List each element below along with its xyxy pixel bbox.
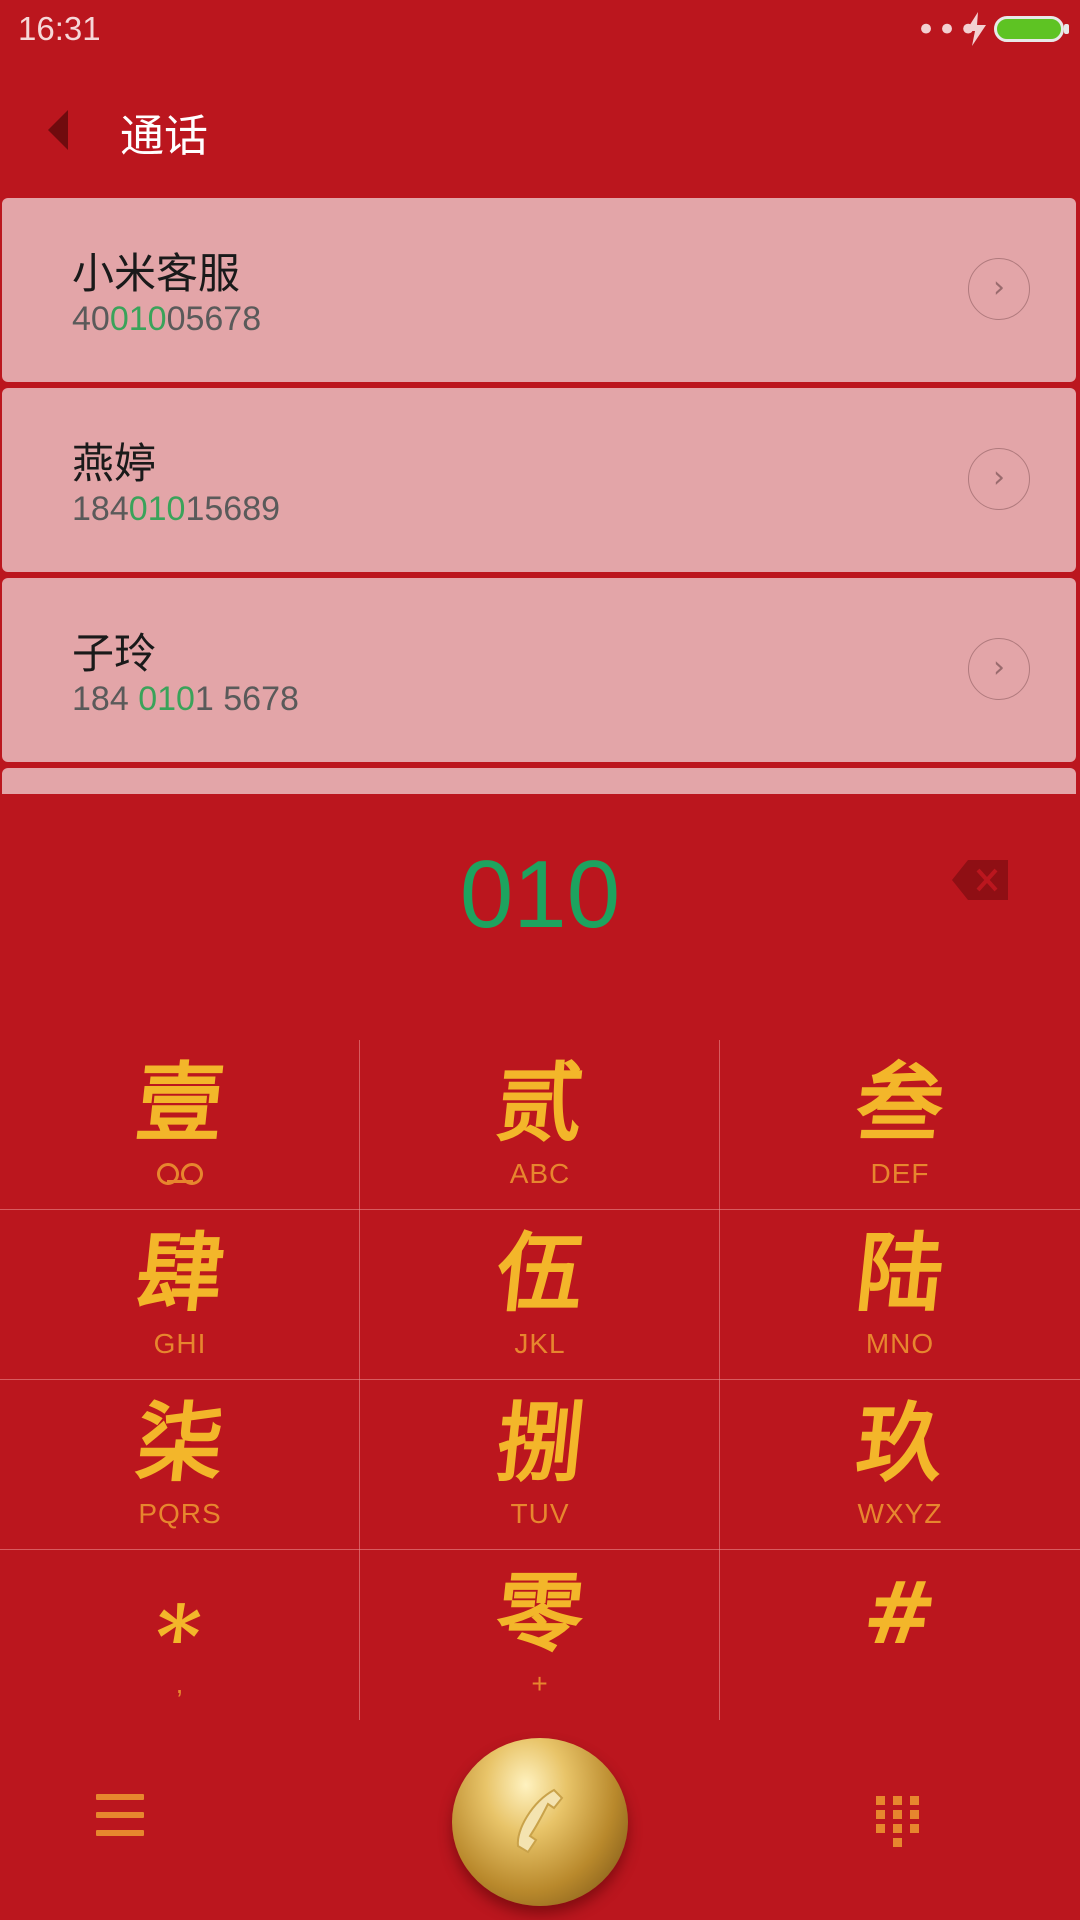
battery-icon [994,16,1064,42]
battery-tip [1064,24,1069,34]
key-letters: DEF [870,1158,930,1189]
contact-suggestion-list[interactable]: 小米客服 4001005678 › 燕婷 18401015689 › 子玲 18… [0,196,1080,794]
key-star[interactable]: ⁎ , [0,1550,360,1720]
phone-match: 010 [128,490,186,528]
key-glyph: 玖 [851,1393,949,1494]
page-title: 通话 [120,111,208,162]
menu-icon [96,1794,144,1800]
key-glyph: 伍 [491,1223,589,1324]
back-button[interactable] [36,102,84,158]
contact-item[interactable]: 小米客服 4001005678 › [2,198,1076,382]
contact-detail-chevron-icon[interactable]: › [968,638,1030,700]
key-5[interactable]: 伍 JKL [360,1210,720,1380]
voicemail-icon [0,1158,360,1190]
call-button[interactable] [452,1738,628,1906]
dial-keypad: 壹 贰 ABC 叁 DEF 肆 GHI 伍 JKL 陆 MNO 柒 PQRS 捌… [0,1040,1080,1720]
phone-prefix: 40 [72,300,110,338]
contact-name: 燕婷 [72,439,157,488]
hash-glyph: # [858,1563,942,1664]
charging-icon [966,12,986,46]
key-3[interactable]: 叁 DEF [720,1040,1080,1210]
phone-suffix: 1 5678 [194,680,299,718]
phone-match: 010 [109,300,167,338]
key-glyph: 肆 [131,1223,229,1324]
key-letters: WXYZ [857,1498,943,1529]
menu-button[interactable] [96,1794,144,1836]
key-glyph: 柒 [131,1393,229,1494]
key-4[interactable]: 肆 GHI [0,1210,360,1380]
phone-prefix: 184 [72,680,139,718]
backspace-icon[interactable] [952,860,1008,900]
key-glyph: 贰 [491,1053,589,1154]
contact-phone: 184 0101 5678 [72,680,299,719]
key-letters: , [175,1668,185,1699]
menu-icon-line [96,1812,144,1818]
key-8[interactable]: 捌 TUV [360,1380,720,1550]
dialed-number: 010 [459,841,621,948]
menu-icon-line [96,1830,144,1836]
phone-prefix: 184 [72,490,129,528]
header: 通话 [0,80,1080,180]
contact-item-partial[interactable] [2,768,1076,794]
contact-item[interactable]: 燕婷 18401015689 › [2,388,1076,572]
key-1[interactable]: 壹 [0,1040,360,1210]
phone-suffix: 15689 [185,490,281,528]
key-2[interactable]: 贰 ABC [360,1040,720,1210]
key-6[interactable]: 陆 MNO [720,1210,1080,1380]
key-letters: PQRS [138,1498,222,1529]
key-9[interactable]: 玖 WXYZ [720,1380,1080,1550]
status-bar: 16:31 ••• [0,0,1080,64]
contact-detail-chevron-icon[interactable]: › [968,258,1030,320]
key-7[interactable]: 柒 PQRS [0,1380,360,1550]
phone-match: 010 [138,680,195,718]
contact-item[interactable]: 子玲 184 0101 5678 › [2,578,1076,762]
contact-name: 小米客服 [72,249,241,298]
contact-phone: 18401015689 [72,490,280,529]
key-letters: TUV [510,1498,570,1529]
key-glyph: 零 [491,1563,589,1664]
key-letters: JKL [514,1328,566,1359]
key-letters: MNO [865,1328,935,1359]
key-letters: ABC [509,1158,571,1189]
dialpad-toggle-icon[interactable] [876,1796,920,1850]
phone-suffix: 05678 [166,300,262,338]
key-glyph: 捌 [491,1393,589,1494]
contact-name: 子玲 [72,629,157,678]
status-time: 16:31 [18,10,101,47]
key-0[interactable]: 零 + [360,1550,720,1720]
key-letters: + [531,1668,549,1699]
key-letters: GHI [153,1328,207,1359]
key-glyph: 叁 [851,1053,949,1154]
key-glyph: 陆 [851,1223,949,1324]
star-glyph: ⁎ [152,1563,208,1664]
phone-handset-icon [516,1788,564,1854]
key-glyph: 壹 [131,1053,229,1154]
key-hash[interactable]: # [720,1550,1080,1720]
contact-phone: 4001005678 [72,300,261,339]
contact-detail-chevron-icon[interactable]: › [968,448,1030,510]
